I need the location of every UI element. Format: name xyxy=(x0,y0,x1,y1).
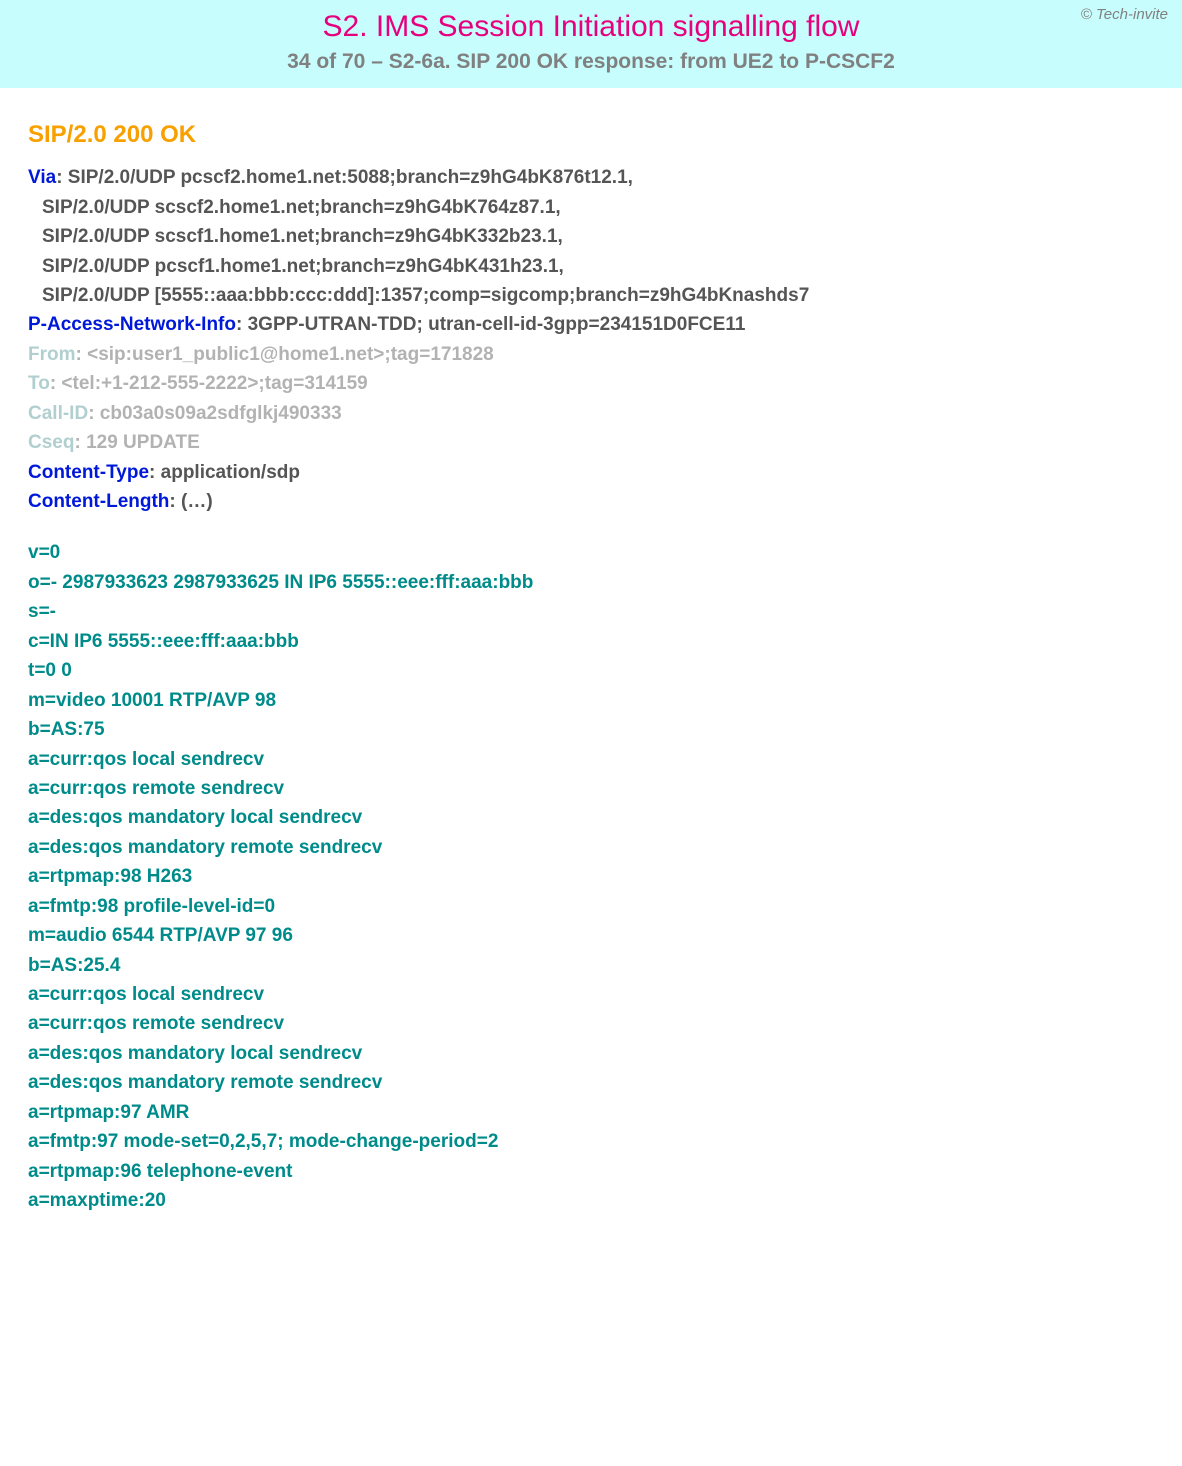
sip-message-body: SIP/2.0 200 OK Via: SIP/2.0/UDP pcscf2.h… xyxy=(0,88,1182,1246)
sip-header-callid: Call-ID: cb03a0s09a2sdfglkj490333 xyxy=(28,399,1154,428)
sdp-line: b=AS:25.4 xyxy=(28,951,1154,980)
pani-header-name: P-Access-Network-Info xyxy=(28,314,236,335)
header-banner: © Tech-invite S2. IMS Session Initiation… xyxy=(0,0,1182,88)
sdp-body: v=0 o=- 2987933623 2987933625 IN IP6 555… xyxy=(28,538,1154,1215)
sdp-line: a=curr:qos remote sendrecv xyxy=(28,774,1154,803)
clen-header-value: (…) xyxy=(181,491,213,512)
page-title: S2. IMS Session Initiation signalling fl… xyxy=(20,10,1162,44)
sdp-line: a=des:qos mandatory local sendrecv xyxy=(28,1039,1154,1068)
callid-header-name: Call-ID xyxy=(28,403,88,424)
sdp-line: o=- 2987933623 2987933625 IN IP6 5555::e… xyxy=(28,568,1154,597)
via-header-value-3: SIP/2.0/UDP pcscf1.home1.net;branch=z9hG… xyxy=(28,252,1154,281)
sdp-line: a=rtpmap:96 telephone-event xyxy=(28,1157,1154,1186)
from-header-name: From xyxy=(28,344,76,365)
sip-header-to: To: <tel:+1-212-555-2222>;tag=314159 xyxy=(28,369,1154,398)
sdp-line: a=rtpmap:98 H263 xyxy=(28,862,1154,891)
cseq-header-value: 129 UPDATE xyxy=(86,432,200,453)
sdp-line: a=fmtp:98 profile-level-id=0 xyxy=(28,892,1154,921)
to-header-name: To xyxy=(28,373,50,394)
cseq-header-name: Cseq xyxy=(28,432,74,453)
sip-header-cseq: Cseq: 129 UPDATE xyxy=(28,428,1154,457)
from-header-value: <sip:user1_public1@home1.net>;tag=171828 xyxy=(87,344,494,365)
callid-header-value: cb03a0s09a2sdfglkj490333 xyxy=(100,403,342,424)
via-header-value-4: SIP/2.0/UDP [5555::aaa:bbb:ccc:ddd]:1357… xyxy=(28,281,1154,310)
sdp-line: a=curr:qos remote sendrecv xyxy=(28,1009,1154,1038)
sdp-line: a=maxptime:20 xyxy=(28,1186,1154,1215)
sdp-line: t=0 0 xyxy=(28,656,1154,685)
ctype-header-name: Content-Type xyxy=(28,462,149,483)
ctype-header-value: application/sdp xyxy=(161,462,300,483)
to-header-value: <tel:+1-212-555-2222>;tag=314159 xyxy=(61,373,367,394)
sdp-line: a=des:qos mandatory local sendrecv xyxy=(28,803,1154,832)
sdp-line: a=curr:qos local sendrecv xyxy=(28,980,1154,1009)
sip-header-from: From: <sip:user1_public1@home1.net>;tag=… xyxy=(28,340,1154,369)
sip-header-pani: P-Access-Network-Info: 3GPP-UTRAN-TDD; u… xyxy=(28,310,1154,339)
sdp-line: a=des:qos mandatory remote sendrecv xyxy=(28,833,1154,862)
sip-header-content-length: Content-Length: (…) xyxy=(28,487,1154,516)
sdp-line: m=audio 6544 RTP/AVP 97 96 xyxy=(28,921,1154,950)
sdp-line: v=0 xyxy=(28,538,1154,567)
pani-header-value: 3GPP-UTRAN-TDD; utran-cell-id-3gpp=23415… xyxy=(248,314,746,335)
via-header-name: Via xyxy=(28,167,56,188)
via-header-value-0: SIP/2.0/UDP pcscf2.home1.net:5088;branch… xyxy=(68,167,633,188)
page-subtitle: 34 of 70 – S2-6a. SIP 200 OK response: f… xyxy=(20,50,1162,74)
sip-status-line: SIP/2.0 200 OK xyxy=(28,116,1154,153)
via-header-value-2: SIP/2.0/UDP scscf1.home1.net;branch=z9hG… xyxy=(28,222,1154,251)
via-header-value-1: SIP/2.0/UDP scscf2.home1.net;branch=z9hG… xyxy=(28,193,1154,222)
sdp-line: s=- xyxy=(28,597,1154,626)
sdp-line: c=IN IP6 5555::eee:fff:aaa:bbb xyxy=(28,627,1154,656)
sdp-line: a=curr:qos local sendrecv xyxy=(28,745,1154,774)
sip-header-content-type: Content-Type: application/sdp xyxy=(28,458,1154,487)
sdp-line: a=rtpmap:97 AMR xyxy=(28,1098,1154,1127)
sdp-line: a=fmtp:97 mode-set=0,2,5,7; mode-change-… xyxy=(28,1127,1154,1156)
sdp-line: b=AS:75 xyxy=(28,715,1154,744)
clen-header-name: Content-Length xyxy=(28,491,169,512)
sip-header-via: Via: SIP/2.0/UDP pcscf2.home1.net:5088;b… xyxy=(28,163,1154,310)
sdp-line: m=video 10001 RTP/AVP 98 xyxy=(28,686,1154,715)
sdp-line: a=des:qos mandatory remote sendrecv xyxy=(28,1068,1154,1097)
copyright-text: © Tech-invite xyxy=(1081,6,1168,23)
